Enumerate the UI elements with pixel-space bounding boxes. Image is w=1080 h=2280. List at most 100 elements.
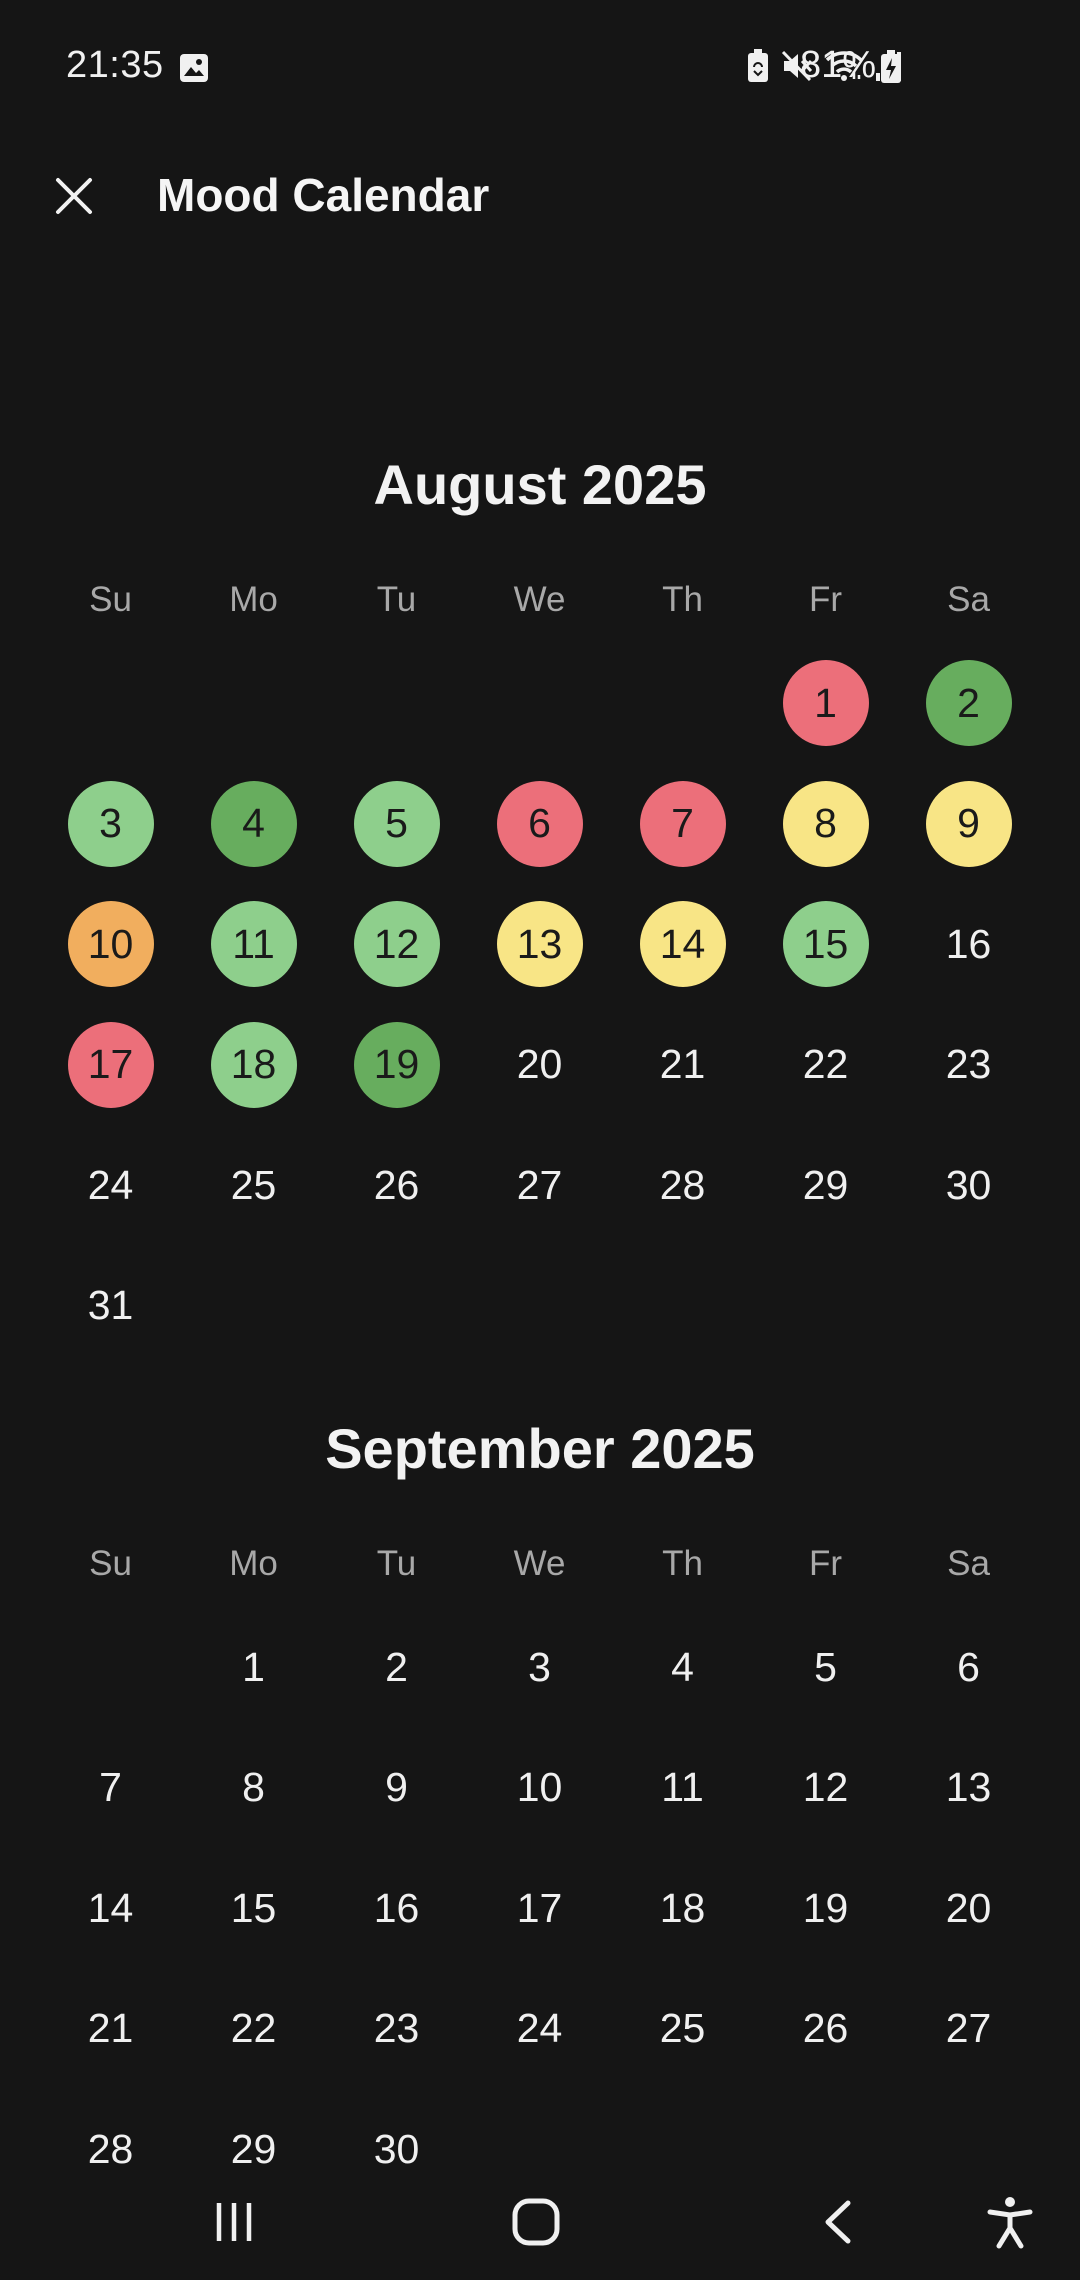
recent-apps-icon [211, 2199, 257, 2250]
empty-day-cell [325, 1256, 468, 1356]
day-cell[interactable]: 26 [325, 1135, 468, 1235]
day-cell[interactable]: 11 [182, 894, 325, 994]
day-cell[interactable]: 15 [754, 894, 897, 994]
empty-day-cell [182, 1256, 325, 1356]
day-cell[interactable]: 5 [754, 1617, 897, 1717]
day-number: 24 [87, 1161, 134, 1208]
day-number-mood-yellow: 9 [925, 780, 1012, 867]
day-cell[interactable]: 22 [182, 1979, 325, 2079]
day-number-mood-red: 1 [782, 660, 869, 746]
home-button[interactable] [496, 2184, 576, 2264]
weekday-label: Fr [808, 1544, 843, 1583]
day-cell[interactable]: 4 [611, 1617, 754, 1717]
day-cell[interactable]: 13 [468, 894, 611, 994]
week-row: 3456789 [39, 774, 1040, 874]
weekday-label: Fr [808, 580, 843, 619]
day-cell[interactable]: 4 [182, 774, 325, 874]
day-cell[interactable]: 15 [182, 1858, 325, 1958]
day-cell[interactable]: 27 [897, 1979, 1040, 2079]
back-button[interactable] [798, 2184, 878, 2264]
day-cell[interactable]: 24 [39, 1135, 182, 1235]
week-row: 31 [39, 1256, 1040, 1356]
weekday-label: Tu [376, 580, 417, 619]
day-cell[interactable]: 5 [325, 774, 468, 874]
day-cell[interactable]: 12 [325, 894, 468, 994]
day-cell[interactable]: 10 [468, 1738, 611, 1838]
day-cell[interactable]: 28 [611, 1135, 754, 1235]
weekday-label: Th [662, 1544, 703, 1583]
day-cell[interactable]: 3 [39, 774, 182, 874]
day-cell[interactable]: 26 [754, 1979, 897, 2079]
day-cell[interactable]: 19 [325, 1015, 468, 1115]
close-button[interactable] [40, 164, 108, 232]
day-cell[interactable]: 18 [611, 1858, 754, 1958]
day-cell[interactable]: 6 [897, 1617, 1040, 1717]
day-cell[interactable]: 9 [897, 774, 1040, 874]
day-cell[interactable]: 16 [897, 894, 1040, 994]
day-cell[interactable]: 21 [39, 1979, 182, 2079]
day-cell[interactable]: 7 [39, 1738, 182, 1838]
day-cell[interactable]: 2 [325, 1617, 468, 1717]
day-cell[interactable]: 20 [468, 1015, 611, 1115]
day-number: 9 [385, 1764, 408, 1810]
day-cell[interactable]: 31 [39, 1256, 182, 1356]
day-number: 8 [242, 1764, 265, 1810]
day-number: 10 [516, 1764, 563, 1810]
day-cell[interactable]: 21 [611, 1015, 754, 1115]
day-cell[interactable]: 1 [182, 1617, 325, 1717]
day-cell[interactable]: 25 [611, 1979, 754, 2079]
week-row: 12 [39, 653, 1040, 753]
day-cell[interactable]: 23 [325, 1979, 468, 2079]
day-cell[interactable]: 20 [897, 1858, 1040, 1958]
day-number: 13 [945, 1764, 992, 1810]
day-cell[interactable]: 14 [611, 894, 754, 994]
day-cell[interactable]: 19 [754, 1858, 897, 1958]
accessibility-button[interactable] [970, 2184, 1050, 2264]
day-cell[interactable]: 18 [182, 1015, 325, 1115]
empty-day-cell [611, 1256, 754, 1356]
day-cell[interactable]: 12 [754, 1738, 897, 1838]
day-number: 21 [87, 2005, 134, 2051]
day-cell[interactable]: 27 [468, 1135, 611, 1235]
recent-apps-button[interactable] [194, 2184, 274, 2264]
day-number: 23 [373, 2005, 420, 2051]
day-number: 19 [802, 1884, 849, 1931]
day-cell[interactable]: 9 [325, 1738, 468, 1838]
day-cell[interactable]: 25 [182, 1135, 325, 1235]
day-cell[interactable]: 14 [39, 1858, 182, 1958]
day-cell[interactable]: 23 [897, 1015, 1040, 1115]
day-cell[interactable]: 17 [39, 1015, 182, 1115]
day-cell[interactable]: 10 [39, 894, 182, 994]
empty-day-cell [468, 1256, 611, 1356]
day-number: 22 [230, 2005, 277, 2051]
day-cell[interactable]: 29 [754, 1135, 897, 1235]
day-cell[interactable]: 2 [897, 653, 1040, 753]
day-cell[interactable]: 7 [611, 774, 754, 874]
day-cell[interactable]: 11 [611, 1738, 754, 1838]
day-cell[interactable]: 8 [754, 774, 897, 874]
day-cell[interactable]: 3 [468, 1617, 611, 1717]
week-row: 17 18 19 20 21 22 23 [39, 1015, 1040, 1115]
week-row: 21 22 23 24 25 26 27 [39, 1979, 1040, 2079]
close-icon [54, 176, 94, 221]
day-cell[interactable]: 6 [468, 774, 611, 874]
day-number-mood-green-light: 15 [782, 901, 869, 987]
battery-charging-icon [880, 50, 902, 89]
day-number: 28 [659, 1161, 706, 1208]
day-cell[interactable]: 24 [468, 1979, 611, 2079]
weekday-label: Tu [376, 1544, 417, 1583]
weekday-label: Su [89, 580, 132, 619]
day-cell[interactable]: 16 [325, 1858, 468, 1958]
month-title: September 2025 [325, 1417, 755, 1480]
empty-day-cell [325, 653, 468, 753]
day-number: 1 [242, 1643, 265, 1690]
accessibility-icon [985, 2194, 1035, 2255]
day-cell[interactable]: 8 [182, 1738, 325, 1838]
empty-day-cell [468, 653, 611, 753]
day-cell[interactable]: 1 [754, 653, 897, 753]
day-cell[interactable]: 13 [897, 1738, 1040, 1838]
day-cell[interactable]: 17 [468, 1858, 611, 1958]
day-cell[interactable]: 30 [897, 1135, 1040, 1235]
day-cell[interactable]: 22 [754, 1015, 897, 1115]
day-number: 25 [659, 2005, 706, 2051]
